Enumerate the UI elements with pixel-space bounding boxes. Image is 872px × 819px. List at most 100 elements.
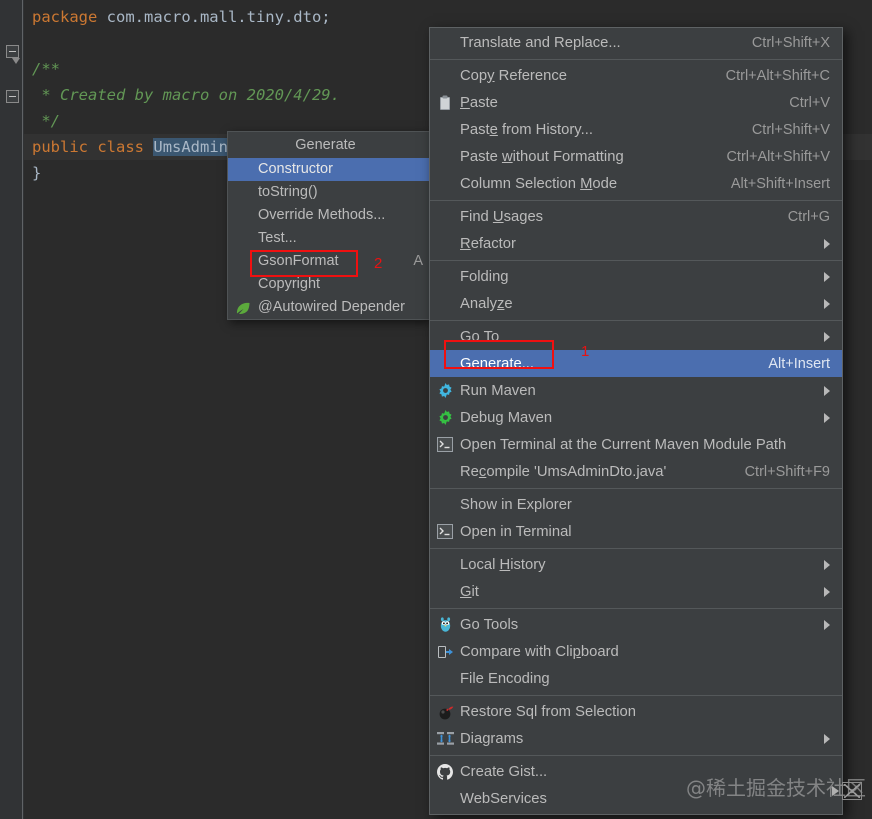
- menu-item-run-maven[interactable]: Run Maven: [430, 377, 842, 404]
- submenu-chevron-right-icon: [824, 299, 830, 309]
- submenu-chevron-right-icon: [824, 272, 830, 282]
- menu-item-no-icon: [430, 350, 460, 377]
- generate-item-label: Test...: [258, 230, 297, 246]
- code-token: public: [32, 138, 88, 156]
- menu-item-find-usages[interactable]: Find UsagesCtrl+G: [430, 203, 842, 230]
- generate-item-gsonformat[interactable]: GsonFormatA: [228, 250, 429, 273]
- menu-separator: [430, 755, 842, 756]
- menu-item-label: Paste: [460, 95, 498, 111]
- menu-item-go-tools[interactable]: Go Tools: [430, 611, 842, 638]
- menu-item-label: Git: [460, 584, 479, 600]
- menu-item-create-gist[interactable]: Create Gist...: [430, 758, 842, 785]
- generate-item-label: toString(): [258, 184, 318, 200]
- menu-item-label: Generate...: [460, 356, 534, 372]
- github-icon: [430, 758, 460, 785]
- menu-item-label: Translate and Replace...: [460, 35, 621, 51]
- code-token: /**: [32, 60, 60, 78]
- menu-item-label: Run Maven: [460, 383, 536, 399]
- menu-item-local-history[interactable]: Local History: [430, 551, 842, 578]
- code-token: }: [32, 164, 41, 182]
- menu-item-file-encoding[interactable]: File Encoding: [430, 665, 842, 692]
- terminal-icon: [430, 518, 460, 545]
- generate-item-autowired-depender[interactable]: @Autowired Depender: [228, 296, 429, 319]
- menu-item-no-icon: [430, 290, 460, 317]
- menu-item-label: Show in Explorer: [460, 497, 572, 513]
- generate-item-constructor[interactable]: Constructor: [228, 158, 429, 181]
- gear-green-icon: [430, 404, 460, 431]
- generate-item-test[interactable]: Test...: [228, 227, 429, 250]
- code-token: com.macro.mall.tiny.dto;: [97, 8, 330, 26]
- fold-marker-open[interactable]: [6, 45, 19, 58]
- go-gopher-icon: [430, 611, 460, 638]
- menu-item-no-icon: [430, 143, 460, 170]
- menu-item-webservices[interactable]: WebServices: [430, 785, 842, 812]
- menu-item-restore-sql-from-selection[interactable]: Restore Sql from Selection: [430, 698, 842, 725]
- fold-marker-close[interactable]: [6, 90, 19, 103]
- menu-item-refactor[interactable]: Refactor: [430, 230, 842, 257]
- menu-item-shortcut: Ctrl+Shift+X: [728, 35, 830, 51]
- menu-item-open-terminal-at-the-current-maven-module-path[interactable]: Open Terminal at the Current Maven Modul…: [430, 431, 842, 458]
- menu-item-open-in-terminal[interactable]: Open in Terminal: [430, 518, 842, 545]
- menu-item-label: Open in Terminal: [460, 524, 572, 540]
- submenu-chevron-right-icon: [824, 587, 830, 597]
- menu-item-shortcut: Ctrl+Shift+F9: [721, 464, 830, 480]
- menu-item-label: Local History: [460, 557, 546, 573]
- code-token: package: [32, 8, 97, 26]
- menu-item-label: Copy Reference: [460, 68, 567, 84]
- menu-item-no-icon: [430, 551, 460, 578]
- submenu-chevron-right-icon: [824, 239, 830, 249]
- generate-item-copyright[interactable]: Copyright: [228, 273, 429, 296]
- generate-popup-list[interactable]: Constructor toString() Override Methods...…: [228, 158, 429, 319]
- menu-item-analyze[interactable]: Analyze: [430, 290, 842, 317]
- menu-item-label: Go Tools: [460, 617, 518, 633]
- menu-item-git[interactable]: Git: [430, 578, 842, 605]
- menu-item-diagrams[interactable]: Diagrams: [430, 725, 842, 752]
- compare-clipboard-icon: [430, 638, 460, 665]
- menu-item-compare-with-clipboard[interactable]: Compare with Clipboard: [430, 638, 842, 665]
- spring-leaf-icon: [236, 301, 251, 315]
- submenu-chevron-right-icon: [824, 620, 830, 630]
- menu-item-go-to[interactable]: Go To: [430, 323, 842, 350]
- generate-popup[interactable]: Generate Constructor toString() Override M…: [227, 131, 430, 320]
- menu-item-label: Open Terminal at the Current Maven Modul…: [460, 437, 786, 453]
- editor-gutter[interactable]: [0, 0, 24, 819]
- menu-item-translate-and-replace[interactable]: Translate and Replace... Ctrl+Shift+X: [430, 29, 842, 56]
- menu-item-label: Column Selection Mode: [460, 176, 617, 192]
- idea-window: package com.macro.mall.tiny.dto;/** * Cr…: [0, 0, 872, 819]
- window-resize-grip[interactable]: [842, 782, 862, 800]
- menu-item-recompile-umsadmindto-java[interactable]: Recompile 'UmsAdminDto.java' Ctrl+Shift+F…: [430, 458, 842, 485]
- gear-blue-icon: [430, 377, 460, 404]
- menu-separator: [430, 200, 842, 201]
- menu-item-paste[interactable]: PasteCtrl+V: [430, 89, 842, 116]
- menu-item-label: Find Usages: [460, 209, 543, 225]
- generate-popup-title: Generate: [228, 132, 429, 158]
- generate-item-label: Override Methods...: [258, 207, 385, 223]
- submenu-chevron-right-icon: [824, 560, 830, 570]
- menu-item-no-icon: [430, 491, 460, 518]
- menu-item-copy-reference[interactable]: Copy ReferenceCtrl+Alt+Shift+C: [430, 62, 842, 89]
- menu-item-column-selection-mode[interactable]: Column Selection ModeAlt+Shift+Insert: [430, 170, 842, 197]
- menu-item-folding[interactable]: Folding: [430, 263, 842, 290]
- editor-context-menu[interactable]: Translate and Replace... Ctrl+Shift+X Copy…: [429, 27, 843, 815]
- submenu-chevron-right-icon: [824, 386, 830, 396]
- menu-item-no-icon: [430, 578, 460, 605]
- menu-item-generate[interactable]: Generate...Alt+Insert: [430, 350, 842, 377]
- menu-item-label: Paste without Formatting: [460, 149, 624, 165]
- menu-item-show-in-explorer[interactable]: Show in Explorer: [430, 491, 842, 518]
- code-token: [144, 138, 153, 156]
- menu-item-label: Recompile 'UmsAdminDto.java': [460, 464, 666, 480]
- generate-item-tostring[interactable]: toString(): [228, 181, 429, 204]
- submenu-chevron-right-icon: [824, 332, 830, 342]
- menu-item-no-icon: [430, 665, 460, 692]
- menu-separator: [430, 695, 842, 696]
- gutter-divider: [22, 0, 23, 819]
- menu-item-debug-maven[interactable]: Debug Maven: [430, 404, 842, 431]
- menu-separator: [430, 488, 842, 489]
- menu-item-paste-without-formatting[interactable]: Paste without FormattingCtrl+Alt+Shift+V: [430, 143, 842, 170]
- menu-item-label: File Encoding: [460, 671, 550, 687]
- generate-item-override-methods[interactable]: Override Methods...: [228, 204, 429, 227]
- menu-item-no-icon: [430, 458, 460, 485]
- menu-item-paste-from-history[interactable]: Paste from History...Ctrl+Shift+V: [430, 116, 842, 143]
- menu-item-shortcut: Ctrl+Shift+V: [728, 122, 830, 138]
- annotation-number-2: 2: [374, 255, 382, 272]
